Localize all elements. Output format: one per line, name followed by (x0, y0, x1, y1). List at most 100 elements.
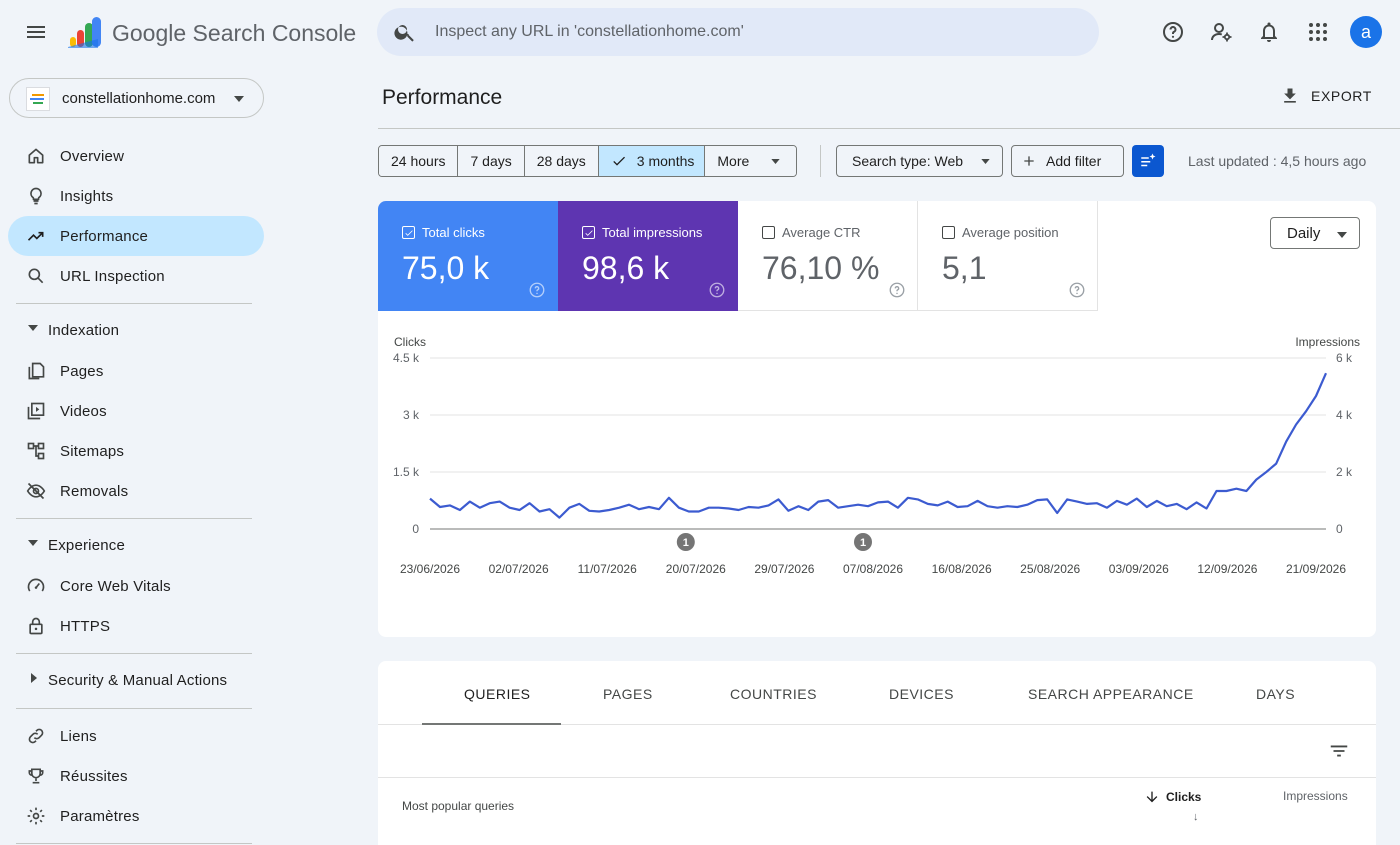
expand-arrow-icon (31, 673, 37, 683)
checkbox-checked-icon (582, 226, 595, 239)
tab-queries[interactable]: QUERIES (464, 686, 531, 702)
help-icon[interactable] (708, 281, 726, 299)
main-menu-button[interactable] (16, 12, 56, 52)
sidebar-item-label: Videos (60, 403, 107, 420)
apps-button[interactable] (1298, 12, 1338, 52)
lightbulb-icon (30, 187, 42, 205)
tab-pages[interactable]: PAGES (603, 686, 653, 702)
metric-average-ctr[interactable]: Average CTR 76,10 % (738, 201, 918, 311)
range-label: 7 days (470, 153, 512, 169)
sidebar-item-insights[interactable]: Insights (8, 176, 264, 216)
sidebar-item-label: Removals (60, 483, 129, 500)
sidebar-item-pages[interactable]: Pages (8, 351, 264, 391)
ai-configure-button[interactable] (1132, 145, 1164, 177)
tab-countries[interactable]: COUNTRIES (730, 686, 817, 702)
right-tick-label: 6 k (1336, 351, 1353, 365)
section-title: Experience (48, 537, 126, 554)
dropdown-caret-icon (771, 158, 780, 164)
granularity-label: Daily (1287, 224, 1321, 242)
metric-label: Average position (962, 225, 1059, 240)
sidebar-divider (16, 518, 252, 519)
sidebar-section-indexation[interactable]: Indexation (0, 311, 272, 351)
trophy-icon (28, 768, 44, 784)
column-header-queries: Most popular queries (402, 799, 515, 813)
sidebar-item-label: Paramètres (60, 808, 140, 825)
help-icon (1163, 22, 1183, 42)
sidebar-item-videos[interactable]: Videos (8, 391, 264, 431)
tab-days[interactable]: DAYS (1256, 686, 1295, 702)
x-tick-label: 21/09/2026 (1286, 562, 1346, 576)
sidebar-item-label: Réussites (60, 768, 128, 785)
export-button[interactable]: EXPORT (1280, 84, 1372, 108)
section-title: Security & Manual Actions (48, 672, 228, 689)
metric-average-position[interactable]: Average position 5,1 (918, 201, 1098, 311)
settings-account-button[interactable] (1201, 12, 1241, 52)
help-icon[interactable] (528, 281, 546, 299)
lock-icon (29, 617, 43, 635)
x-tick-label: 07/08/2026 (843, 562, 903, 576)
sidebar-section-experience[interactable]: Experience (0, 526, 272, 566)
add-filter-button[interactable]: Add filter (1011, 145, 1124, 177)
range-more[interactable]: More (705, 146, 797, 176)
range-28-days[interactable]: 28 days (524, 146, 599, 176)
range-24-hours[interactable]: 24 hours (379, 146, 459, 176)
property-selector[interactable]: constellationhome.com (9, 78, 264, 118)
checkbox-unchecked-icon (942, 226, 955, 239)
sidebar-item-url-inspection[interactable]: URL Inspection (8, 256, 264, 296)
sort-indicator: ↓ (1193, 811, 1199, 823)
x-tick-label: 29/07/2026 (754, 562, 814, 576)
help-icon[interactable] (1068, 281, 1086, 299)
sidebar-item-links[interactable]: Liens (8, 716, 264, 756)
trending-up-icon (27, 231, 44, 241)
tab-search-appearance[interactable]: SEARCH APPEARANCE (1028, 686, 1194, 702)
granularity-dropdown[interactable]: Daily (1270, 217, 1360, 249)
x-tick-label: 20/07/2026 (666, 562, 726, 576)
sidebar-nav: Overview Insights Performance URL Inspec… (0, 136, 272, 845)
dropdown-caret-icon (1337, 232, 1347, 238)
notifications-button[interactable] (1249, 12, 1289, 52)
sidebar-item-core-web-vitals[interactable]: Core Web Vitals (8, 566, 264, 606)
sidebar-item-removals[interactable]: Removals (8, 471, 264, 511)
help-button[interactable] (1153, 12, 1193, 52)
sidebar-item-label: Liens (60, 728, 97, 745)
account-avatar[interactable]: a (1350, 16, 1382, 48)
url-inspect-input[interactable] (435, 20, 1075, 44)
tab-devices[interactable]: DEVICES (889, 686, 954, 702)
collapse-arrow-icon (28, 325, 38, 331)
sidebar-item-settings[interactable]: Paramètres (8, 796, 264, 836)
sidebar-item-overview[interactable]: Overview (8, 136, 264, 176)
active-tab-indicator (422, 723, 561, 725)
sidebar-item-label: Performance (60, 228, 149, 245)
sidebar-item-label: Overview (60, 148, 125, 165)
sidebar-item-performance[interactable]: Performance (8, 216, 264, 256)
brand-name: Google Search Console (112, 20, 357, 46)
search-type-filter[interactable]: Search type: Web (836, 145, 1003, 177)
left-tick-label: 4.5 k (393, 351, 420, 365)
filter-rows-icon[interactable] (1328, 740, 1350, 762)
metric-total-clicks[interactable]: Total clicks 75,0 k (378, 201, 558, 311)
sidebar-item-achievements[interactable]: Réussites (8, 756, 264, 796)
apps-grid-icon (1309, 23, 1327, 41)
gear-icon (27, 807, 45, 825)
check-icon (613, 156, 625, 166)
column-header-clicks[interactable]: Clicks (1144, 789, 1201, 805)
download-icon (1284, 88, 1296, 103)
speed-icon (27, 578, 45, 592)
sidebar-item-label: URL Inspection (60, 268, 165, 285)
clicks-header-label: Clicks (1166, 790, 1202, 804)
metric-value: 75,0 k (402, 250, 490, 286)
range-3-months[interactable]: 3 months (598, 146, 706, 176)
column-header-impressions[interactable]: Impressions (1283, 789, 1348, 803)
sidebar-item-sitemaps[interactable]: Sitemaps (8, 431, 264, 471)
checkbox-checked-icon (402, 226, 415, 239)
range-label: 3 months (636, 153, 695, 169)
top-bar: Google Search Console a (0, 0, 1400, 64)
url-inspection-search[interactable] (377, 8, 1099, 56)
sidebar-section-security[interactable]: Security & Manual Actions (0, 661, 272, 701)
sidebar-item-https[interactable]: HTTPS (8, 606, 264, 646)
sidebar-divider (16, 303, 252, 304)
range-7-days[interactable]: 7 days (458, 146, 525, 176)
metric-total-impressions[interactable]: Total impressions 98,6 k (558, 201, 738, 311)
help-icon[interactable] (888, 281, 906, 299)
breakdown-tabs: QUERIES PAGES COUNTRIES DEVICES SEARCH A… (378, 661, 1376, 725)
